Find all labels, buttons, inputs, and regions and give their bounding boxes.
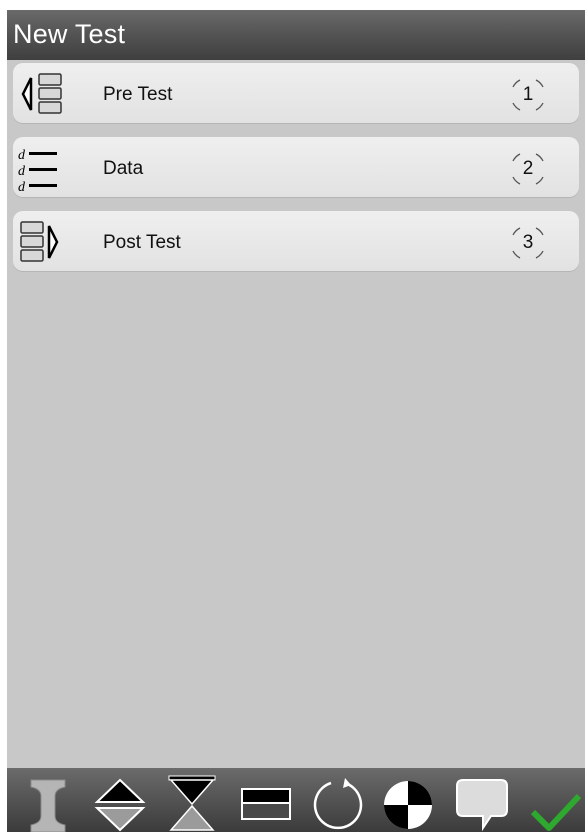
app-window: New Test Pre Test 1 d d d Data 2 Post Te… bbox=[7, 10, 585, 832]
post-test-icon bbox=[17, 216, 69, 268]
title-bar: New Test bbox=[7, 10, 585, 60]
list-item-data[interactable]: d d d Data 2 bbox=[13, 137, 579, 197]
comment-icon bbox=[456, 779, 508, 832]
step-number-badge: 3 bbox=[507, 222, 549, 264]
rotate-button[interactable] bbox=[311, 774, 365, 832]
step-number-badge: 1 bbox=[507, 74, 549, 116]
bottom-toolbar bbox=[7, 768, 585, 832]
accept-button[interactable] bbox=[527, 774, 581, 832]
rectangle-button[interactable] bbox=[239, 774, 293, 832]
rotate-icon bbox=[313, 778, 363, 830]
list-item-label: Data bbox=[103, 158, 144, 179]
hourglass-icon bbox=[168, 775, 216, 831]
list-item-label: Post Test bbox=[103, 232, 181, 253]
step-number: 1 bbox=[522, 84, 534, 105]
i-beam-icon bbox=[30, 779, 66, 832]
list-item-pre-test[interactable]: Pre Test 1 bbox=[13, 63, 579, 123]
list-item-label: Pre Test bbox=[103, 84, 173, 105]
hourglass-button[interactable] bbox=[165, 774, 219, 832]
list-item-post-test[interactable]: Post Test 3 bbox=[13, 211, 579, 271]
step-number: 2 bbox=[522, 158, 534, 179]
step-number: 3 bbox=[522, 232, 534, 253]
data-icon-letter: d bbox=[18, 180, 26, 194]
pre-test-icon bbox=[17, 68, 69, 120]
diamond-icon bbox=[94, 778, 146, 832]
data-icon-letter: d bbox=[18, 148, 26, 163]
pie-quadrant-button[interactable] bbox=[381, 774, 435, 832]
pie-quadrant-icon bbox=[384, 781, 432, 829]
page-title: New Test bbox=[13, 19, 126, 49]
data-list-icon: d d d bbox=[17, 142, 69, 195]
diamond-button[interactable] bbox=[93, 774, 147, 832]
step-number-badge: 2 bbox=[507, 148, 549, 190]
data-icon-letter: d bbox=[18, 164, 26, 179]
i-beam-button[interactable] bbox=[23, 774, 77, 832]
checkmark-icon bbox=[530, 793, 581, 831]
rectangle-icon bbox=[241, 788, 291, 820]
comment-button[interactable] bbox=[455, 774, 509, 832]
